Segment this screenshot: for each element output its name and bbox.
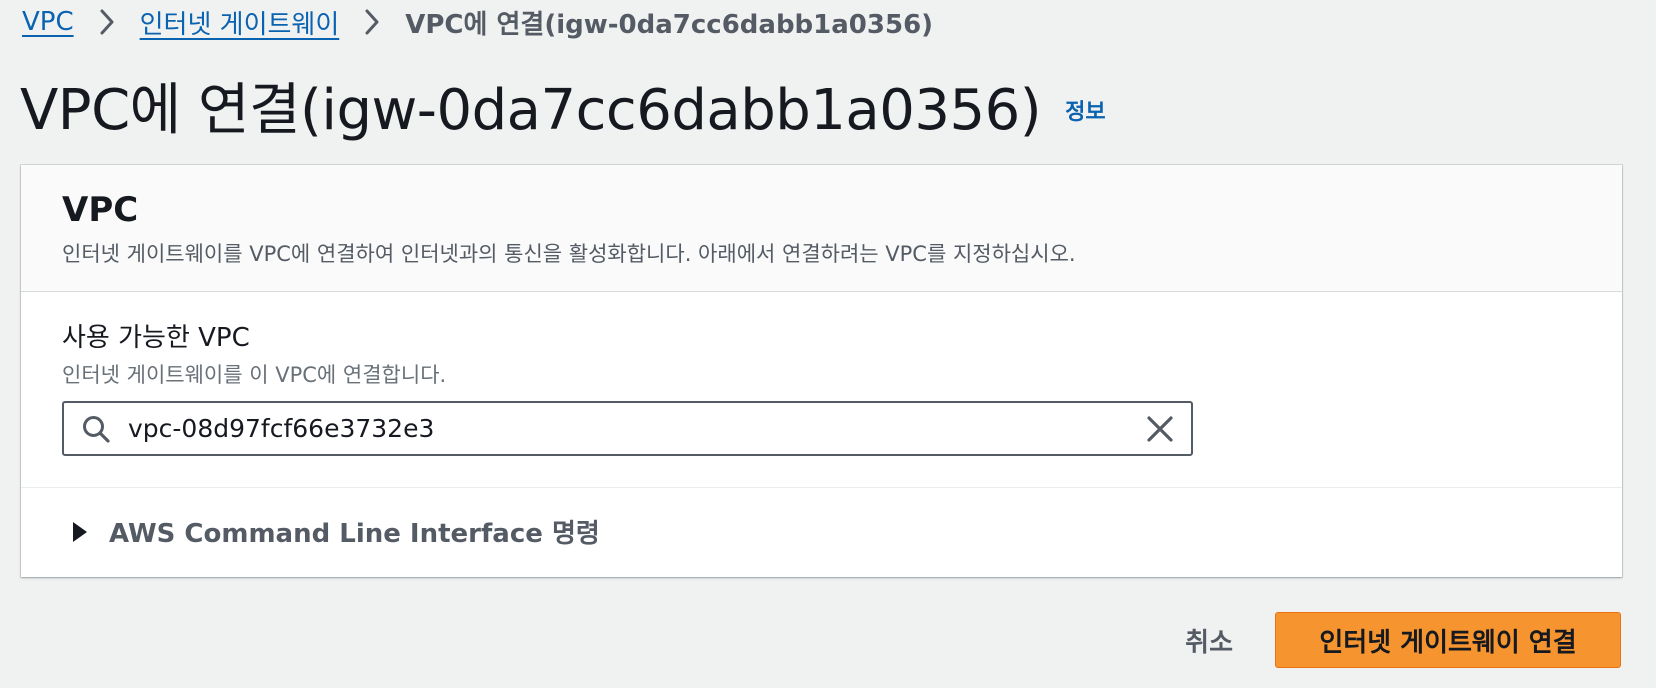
vpc-panel: VPC 인터넷 게이트웨이를 VPC에 연결하여 인터넷과의 통신을 활성화합니… — [21, 165, 1622, 577]
info-link[interactable]: 정보 — [1065, 94, 1105, 126]
caret-right-icon — [71, 517, 101, 547]
chevron-right-icon — [74, 0, 140, 44]
cli-expander-label: AWS Command Line Interface 명령 — [109, 519, 600, 549]
page-header: VPC에 연결(igw-0da7cc6dabb1a0356) 정보 — [20, 68, 1106, 143]
panel-title: VPC — [62, 190, 139, 230]
close-icon[interactable] — [1129, 403, 1191, 454]
cancel-button[interactable]: 취소 — [1163, 612, 1255, 668]
available-vpc-field: 사용 가능한 VPC 인터넷 게이트웨이를 이 VPC에 연결합니다. — [21, 292, 1622, 488]
breadcrumb: VPC 인터넷 게이트웨이 VPC에 연결(igw-0da7cc6dabb1a0… — [22, 0, 933, 44]
field-description: 인터넷 게이트웨이를 이 VPC에 연결합니다. — [62, 363, 447, 387]
panel-header: VPC 인터넷 게이트웨이를 VPC에 연결하여 인터넷과의 통신을 활성화합니… — [21, 165, 1622, 292]
form-actions: 취소 인터넷 게이트웨이 연결 — [1163, 612, 1621, 668]
cli-commands-expander[interactable]: AWS Command Line Interface 명령 — [21, 488, 1622, 575]
breadcrumb-current: VPC에 연결(igw-0da7cc6dabb1a0356) — [405, 9, 934, 40]
breadcrumb-link-internet-gateways[interactable]: 인터넷 게이트웨이 — [140, 4, 340, 41]
attach-internet-gateway-button[interactable]: 인터넷 게이트웨이 연결 — [1275, 612, 1621, 668]
search-icon — [64, 403, 128, 454]
breadcrumb-link-vpc[interactable]: VPC — [22, 7, 74, 37]
vpc-search-input[interactable] — [128, 403, 1129, 454]
page-title: VPC에 연결(igw-0da7cc6dabb1a0356) — [20, 77, 1042, 143]
field-label: 사용 가능한 VPC — [62, 323, 250, 353]
panel-description: 인터넷 게이트웨이를 VPC에 연결하여 인터넷과의 통신을 활성화합니다. 아… — [62, 242, 1076, 266]
chevron-right-icon — [339, 0, 405, 44]
vpc-search-box[interactable] — [62, 401, 1193, 456]
